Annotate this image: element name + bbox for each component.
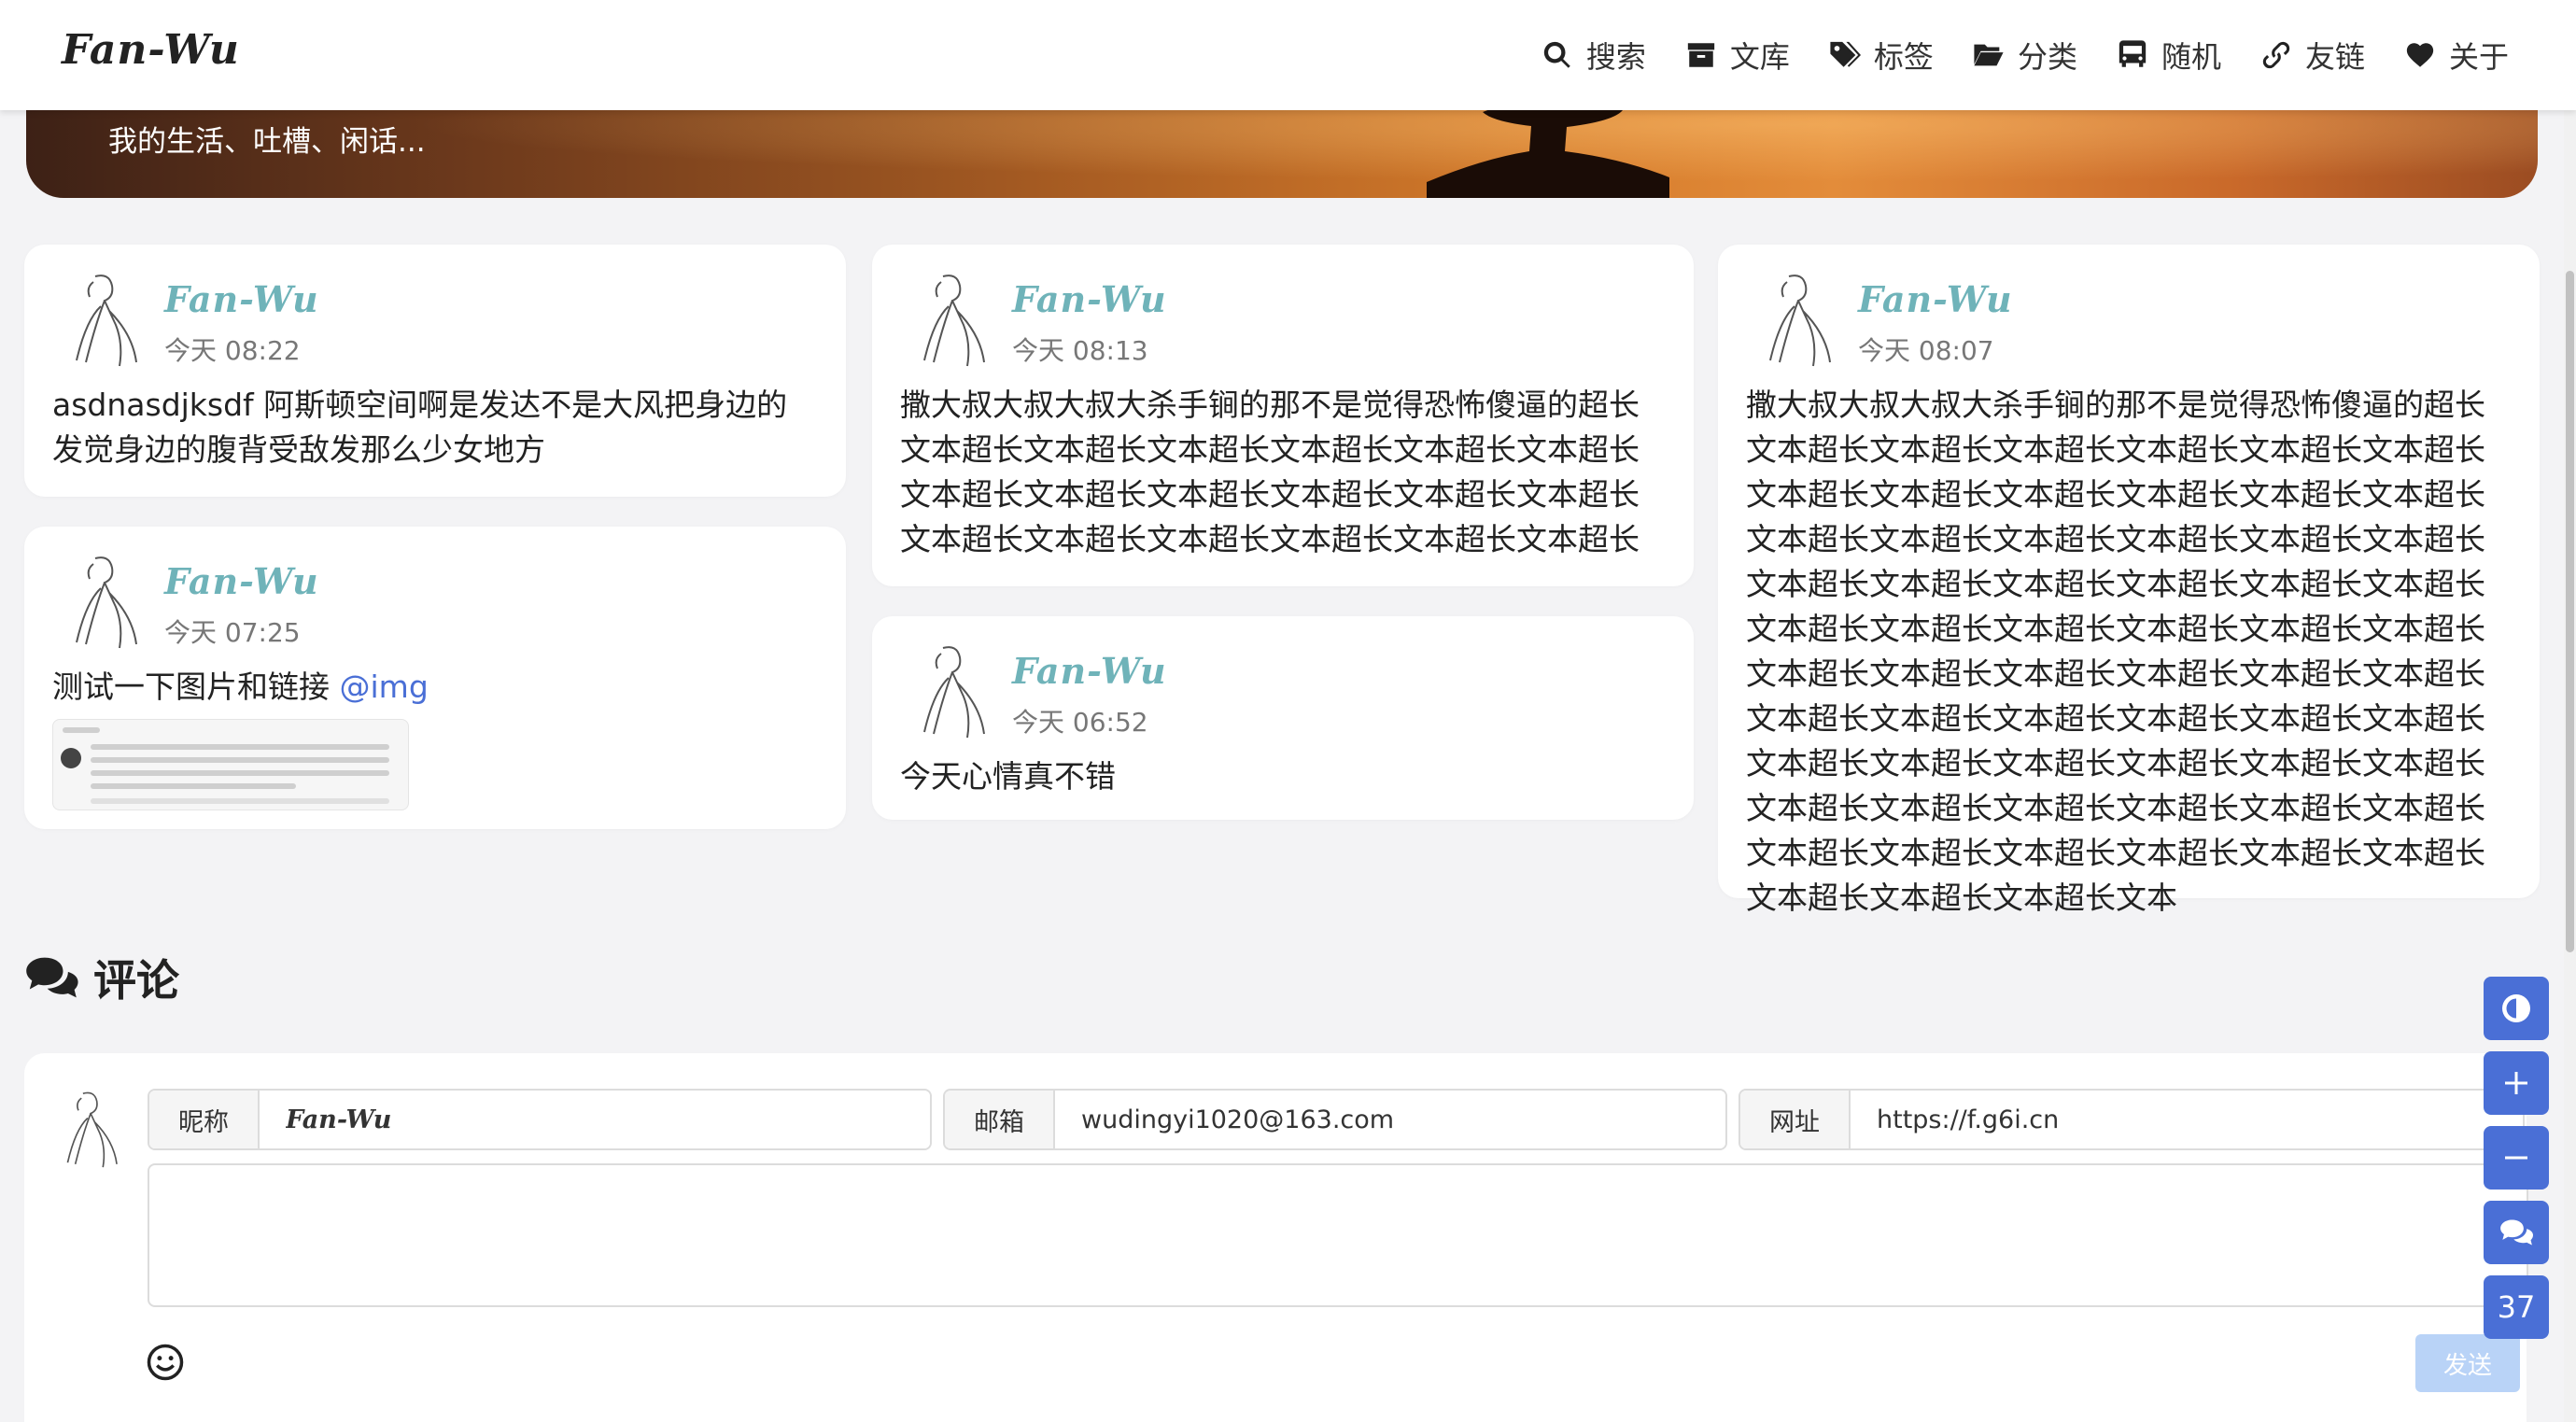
moment-time: 今天 08:07 <box>1858 335 1994 366</box>
moment-author[interactable]: Fan-Wu <box>1858 278 2013 320</box>
moment-text: asdnasdjksdf 阿斯顿空间啊是发达不是大风把身边的发觉身边的腹背受敌发… <box>52 387 788 468</box>
moment-card: Fan-Wu 今天 06:52 今天心情真不错 <box>872 616 1694 820</box>
email-field: 邮箱 <box>943 1089 1727 1150</box>
zoom-out-button[interactable] <box>2484 1126 2549 1190</box>
bus-icon <box>2119 40 2147 67</box>
send-button[interactable]: 发送 <box>2415 1334 2520 1392</box>
scroll-percent: 37 <box>2497 1289 2536 1325</box>
emoji-icon[interactable] <box>146 1343 185 1382</box>
comments-title: 评论 <box>93 955 179 1006</box>
top-navbar: Fan-Wu 搜索 文库 标签 分类 随机 友链 关于 <box>0 0 2576 110</box>
moment-image[interactable] <box>52 719 409 810</box>
nav-label: 标签 <box>1873 39 1934 75</box>
scroll-progress-button[interactable]: 37 <box>2484 1275 2549 1339</box>
moment-author[interactable]: Fan-Wu <box>1012 278 1167 320</box>
nav-label: 搜索 <box>1585 39 1646 75</box>
moment-text: 今天心情真不错 <box>900 758 1116 795</box>
nav-label: 友链 <box>2304 39 2365 75</box>
nickname-label: 昵称 <box>149 1091 260 1148</box>
archive-icon <box>1687 43 1715 67</box>
nav-label: 文库 <box>1729 39 1790 75</box>
avatar <box>923 275 985 367</box>
nav-label: 随机 <box>2161 39 2221 75</box>
banner-subtitle: 我的生活、吐槽、闲话... <box>108 125 426 159</box>
main-nav: 搜索 文库 标签 分类 随机 友链 关于 <box>1502 32 2509 78</box>
avatar <box>923 646 985 739</box>
comments-header: 评论 <box>24 947 179 1008</box>
nickname-input[interactable] <box>260 1091 930 1148</box>
url-label: 网址 <box>1740 1091 1851 1148</box>
moment-text: 撒大叔大叔大叔大杀手锏的那不是觉得恐怖傻逼的超长文本超长文本超长文本超长文本超长… <box>900 387 1640 557</box>
comments-jump-button[interactable] <box>2484 1201 2549 1264</box>
comments-icon <box>2500 1219 2533 1246</box>
email-label: 邮箱 <box>945 1091 1055 1148</box>
nav-label: 关于 <box>2448 39 2509 75</box>
url-field: 网址 <box>1738 1089 2525 1150</box>
link-icon <box>2262 41 2290 69</box>
zoom-out-icon <box>2505 1156 2527 1160</box>
site-logo[interactable]: Fan-Wu <box>62 26 240 74</box>
nav-item-category[interactable]: 分类 <box>1973 34 2077 77</box>
zoom-in-button[interactable] <box>2484 1051 2549 1115</box>
email-input[interactable] <box>1055 1091 1725 1148</box>
moment-time: 今天 08:22 <box>164 335 301 366</box>
moment-card: Fan-Wu 今天 07:25 测试一下图片和链接 @img <box>24 527 846 829</box>
folder-open-icon <box>1974 44 2004 66</box>
nav-item-links[interactable]: 友链 <box>2260 34 2365 77</box>
search-icon <box>1543 41 1570 68</box>
moment-author[interactable]: Fan-Wu <box>164 278 319 320</box>
moment-text: 撒大叔大叔大叔大杀手锏的那不是觉得恐怖傻逼的超长文本超长文本超长文本超长文本超长… <box>1746 387 2485 916</box>
image-link[interactable]: @img <box>340 669 429 705</box>
moment-time: 今天 06:52 <box>1012 707 1148 738</box>
url-input[interactable] <box>1851 1091 2523 1148</box>
moment-author[interactable]: Fan-Wu <box>1012 650 1167 692</box>
moment-time: 今天 07:25 <box>164 617 301 648</box>
avatar <box>76 275 137 367</box>
heart-icon <box>2406 43 2434 67</box>
moment-card: Fan-Wu 今天 08:07 撒大叔大叔大叔大杀手锏的那不是觉得恐怖傻逼的超长… <box>1718 245 2540 916</box>
avatar <box>1769 275 1831 367</box>
comment-textarea[interactable] <box>148 1163 2528 1307</box>
comments-icon <box>26 957 78 998</box>
nav-item-archive[interactable]: 文库 <box>1685 34 1790 77</box>
moment-text-body: 测试一下图片和链接 <box>52 669 330 705</box>
moment-card: Fan-Wu 今天 08:13 撒大叔大叔大叔大杀手锏的那不是觉得恐怖傻逼的超长… <box>872 245 1694 586</box>
nav-label: 分类 <box>2017 39 2077 75</box>
nav-item-search[interactable]: 搜索 <box>1541 34 1646 77</box>
moment-time: 今天 08:13 <box>1012 335 1148 366</box>
avatar <box>66 1091 118 1168</box>
moment-card: Fan-Wu 今天 08:22 asdnasdjksdf 阿斯顿空间啊是发达不是… <box>24 245 846 497</box>
theme-toggle-icon <box>2502 994 2530 1022</box>
moment-text: 测试一下图片和链接 @img <box>52 665 818 710</box>
moment-author[interactable]: Fan-Wu <box>164 560 319 602</box>
theme-toggle-button[interactable] <box>2484 977 2549 1040</box>
nav-item-tags[interactable]: 标签 <box>1829 34 1934 77</box>
nav-item-about[interactable]: 关于 <box>2404 34 2509 77</box>
tags-icon <box>1830 41 1861 67</box>
comment-form: 昵称 邮箱 网址 发送 <box>24 1053 2528 1422</box>
nickname-field: 昵称 <box>148 1089 932 1150</box>
avatar <box>76 556 137 649</box>
zoom-in-icon <box>2505 1072 2527 1094</box>
nav-item-random[interactable]: 随机 <box>2117 34 2221 77</box>
scrollbar-thumb[interactable] <box>2566 271 2574 952</box>
